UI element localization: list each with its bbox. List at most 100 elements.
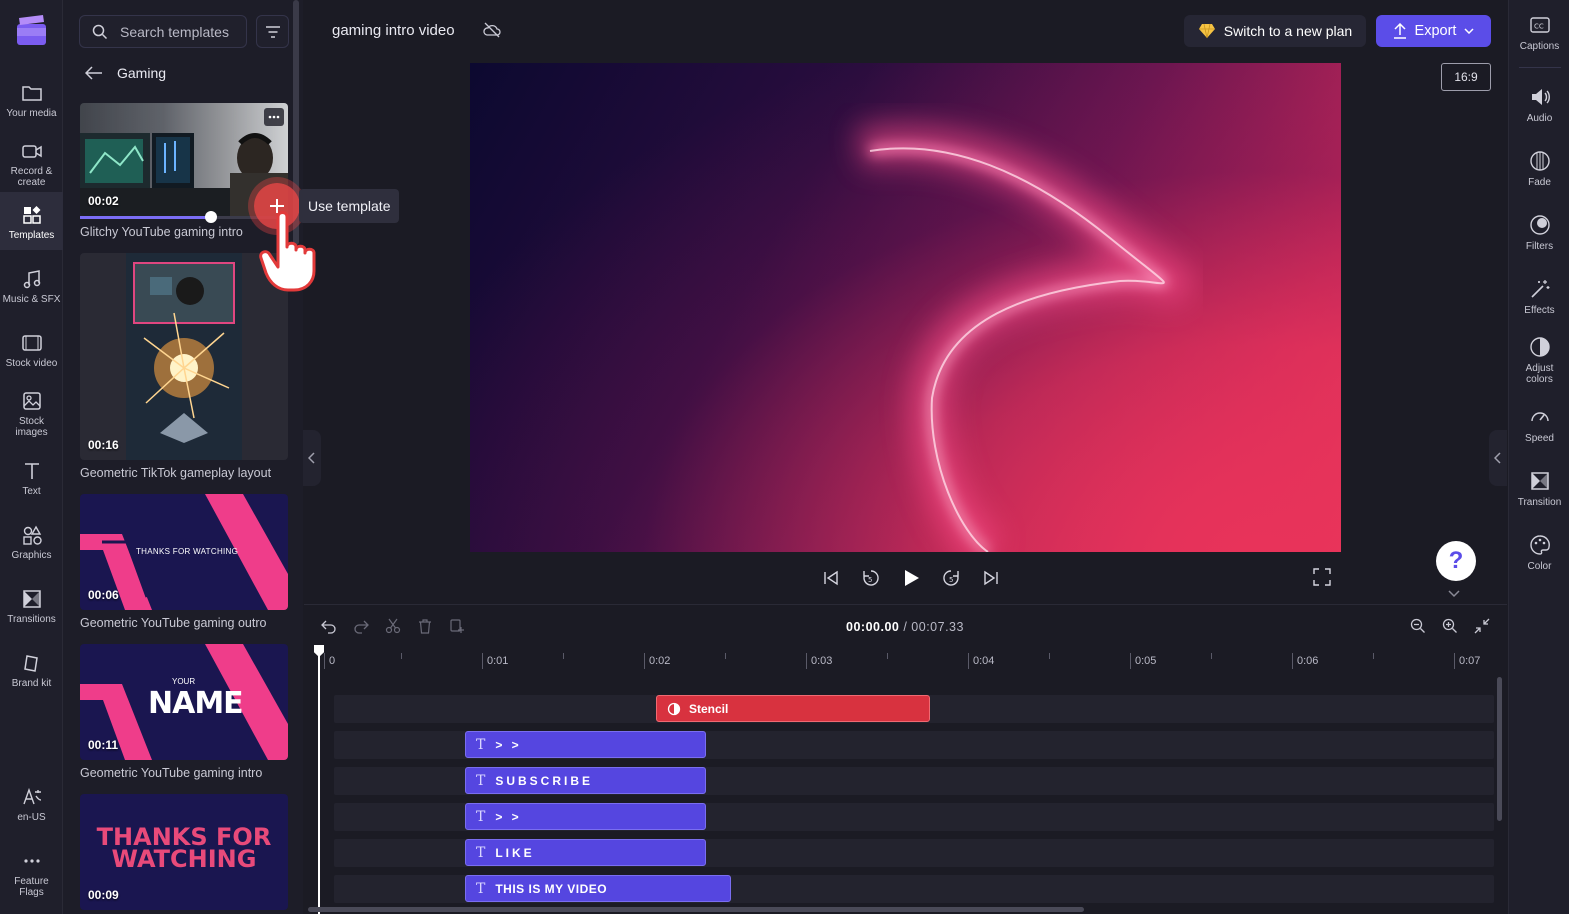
- fit-timeline-button[interactable]: [1473, 617, 1491, 635]
- nav-label: Stock video: [5, 358, 58, 369]
- project-title[interactable]: gaming intro video: [332, 22, 455, 39]
- rail-audio[interactable]: Audio: [1509, 86, 1569, 124]
- help-button[interactable]: ?: [1436, 541, 1476, 581]
- nav-brand-kit[interactable]: Brand kit: [0, 640, 63, 700]
- skip-to-end-button[interactable]: [980, 565, 1002, 591]
- rewind-5-button[interactable]: 5: [860, 565, 882, 591]
- category-title: Gaming: [117, 65, 167, 81]
- template-card[interactable]: 00:16: [80, 253, 288, 460]
- text-icon: T: [476, 844, 486, 861]
- templates-icon: [22, 206, 41, 224]
- rail-label: Fade: [1528, 177, 1551, 188]
- progress-knob[interactable]: [205, 211, 218, 223]
- tick-minor: [1049, 653, 1050, 659]
- rail-label: Adjust colors: [1525, 363, 1554, 385]
- tick-minor: [1373, 653, 1374, 659]
- playhead[interactable]: [318, 647, 320, 914]
- duplicate-button[interactable]: [448, 617, 466, 635]
- captions-icon: CC: [1529, 17, 1550, 33]
- diamond-icon: [1198, 23, 1215, 39]
- aspect-ratio-button[interactable]: 16:9: [1441, 63, 1491, 91]
- more-icon: [23, 859, 40, 863]
- back-arrow-icon[interactable]: [85, 66, 103, 80]
- switch-plan-button[interactable]: Switch to a new plan: [1184, 15, 1366, 47]
- search-box[interactable]: [79, 15, 247, 48]
- play-button[interactable]: [900, 565, 922, 591]
- nav-music-sfx[interactable]: Music & SFX: [0, 256, 63, 316]
- speaker-icon: [1531, 89, 1550, 105]
- nav-stock-images[interactable]: Stock images: [0, 378, 63, 438]
- skip-to-start-button[interactable]: [820, 565, 842, 591]
- nav-language[interactable]: en-US: [0, 774, 63, 834]
- text-icon: T: [476, 808, 486, 825]
- nav-label: Templates: [8, 230, 55, 241]
- timeline-ruler[interactable]: 0 0:01 0:02 0:03 0:04 0:05 0:06 0:07: [320, 647, 1496, 675]
- timeline-clip-text[interactable]: T SUBSCRIBE: [465, 767, 706, 794]
- zoom-out-button[interactable]: [1409, 617, 1427, 635]
- chevron-down-icon[interactable]: [1447, 590, 1461, 598]
- rail-filters[interactable]: Filters: [1509, 214, 1569, 252]
- tick-minor: [725, 653, 726, 659]
- nav-label: Feature Flags: [14, 876, 49, 898]
- timeline-clip-text[interactable]: T THIS IS MY VIDEO: [465, 875, 731, 902]
- clip-label: Stencil: [689, 701, 729, 716]
- tick-label: 0:07: [1454, 653, 1480, 669]
- rail-captions[interactable]: CC Captions: [1509, 14, 1569, 52]
- rail-divider: [1519, 67, 1561, 68]
- fullscreen-icon[interactable]: [1313, 568, 1331, 586]
- rail-fade[interactable]: Fade: [1509, 150, 1569, 188]
- timeline-clip-text[interactable]: T LIKE: [465, 839, 706, 866]
- zoom-in-button[interactable]: [1441, 617, 1459, 635]
- timeline-clip-text[interactable]: T > >: [465, 731, 706, 758]
- rail-color[interactable]: Color: [1509, 534, 1569, 572]
- nav-feature-flags[interactable]: Feature Flags: [0, 838, 63, 898]
- rail-effects[interactable]: Effects: [1509, 278, 1569, 316]
- video-preview[interactable]: [470, 63, 1341, 552]
- forward-5-icon: 5: [943, 570, 959, 586]
- timeline-clip-stencil[interactable]: Stencil: [656, 695, 930, 722]
- template-duration: 00:09: [88, 888, 119, 902]
- nav-record-create[interactable]: Record & create: [0, 128, 63, 188]
- timeline-clip-text[interactable]: T > >: [465, 803, 706, 830]
- search-input[interactable]: [120, 23, 240, 40]
- speedometer-icon: [1530, 412, 1549, 422]
- collapse-right-panel-button[interactable]: [1489, 430, 1507, 486]
- template-card[interactable]: THANKS FOR WATCHING 00:09: [80, 794, 288, 910]
- nav-label: Brand kit: [11, 678, 52, 689]
- export-button[interactable]: Export: [1376, 15, 1491, 47]
- rail-adjust-colors[interactable]: Adjust colors: [1509, 336, 1569, 385]
- delete-button[interactable]: [416, 617, 434, 635]
- split-button[interactable]: [384, 617, 402, 635]
- shapes-icon: [22, 525, 42, 545]
- filter-icon: [265, 25, 280, 38]
- nav-transitions[interactable]: Transitions: [0, 576, 63, 636]
- forward-5-button[interactable]: 5: [940, 565, 962, 591]
- rail-label: Filters: [1525, 241, 1554, 252]
- nav-your-media[interactable]: Your media: [0, 70, 63, 130]
- nav-stock-video[interactable]: Stock video: [0, 320, 63, 380]
- template-more-menu[interactable]: [264, 108, 284, 126]
- collapse-left-panel-button[interactable]: [303, 430, 321, 486]
- timeline-vertical-scrollbar[interactable]: [1497, 677, 1502, 821]
- clip-label: THIS IS MY VIDEO: [495, 881, 608, 896]
- filter-button[interactable]: [256, 15, 289, 48]
- nav-label: Graphics: [11, 550, 52, 561]
- undo-icon: [321, 620, 336, 634]
- template-card[interactable]: THANKS FOR WATCHING 00:06: [80, 494, 288, 610]
- chevron-left-icon: [1494, 452, 1501, 464]
- timeline-horizontal-scrollbar[interactable]: [308, 907, 1084, 912]
- nav-graphics[interactable]: Graphics: [0, 512, 63, 572]
- player-controls: 5 5: [820, 565, 1002, 591]
- rail-label: Captions: [1519, 41, 1560, 52]
- rail-speed[interactable]: Speed: [1509, 406, 1569, 444]
- template-card[interactable]: YOUR NAME 00:11: [80, 644, 288, 760]
- template-caption: Geometric YouTube gaming outro: [80, 616, 267, 630]
- rail-transition[interactable]: Transition: [1509, 470, 1569, 508]
- app-logo-icon[interactable]: [15, 14, 48, 47]
- cloud-sync-off-icon[interactable]: [483, 22, 501, 38]
- nav-text[interactable]: Text: [0, 448, 63, 508]
- nav-templates[interactable]: Templates: [0, 192, 63, 250]
- current-time: 00:00.00: [846, 620, 900, 634]
- undo-button[interactable]: [320, 617, 338, 635]
- redo-button[interactable]: [352, 617, 370, 635]
